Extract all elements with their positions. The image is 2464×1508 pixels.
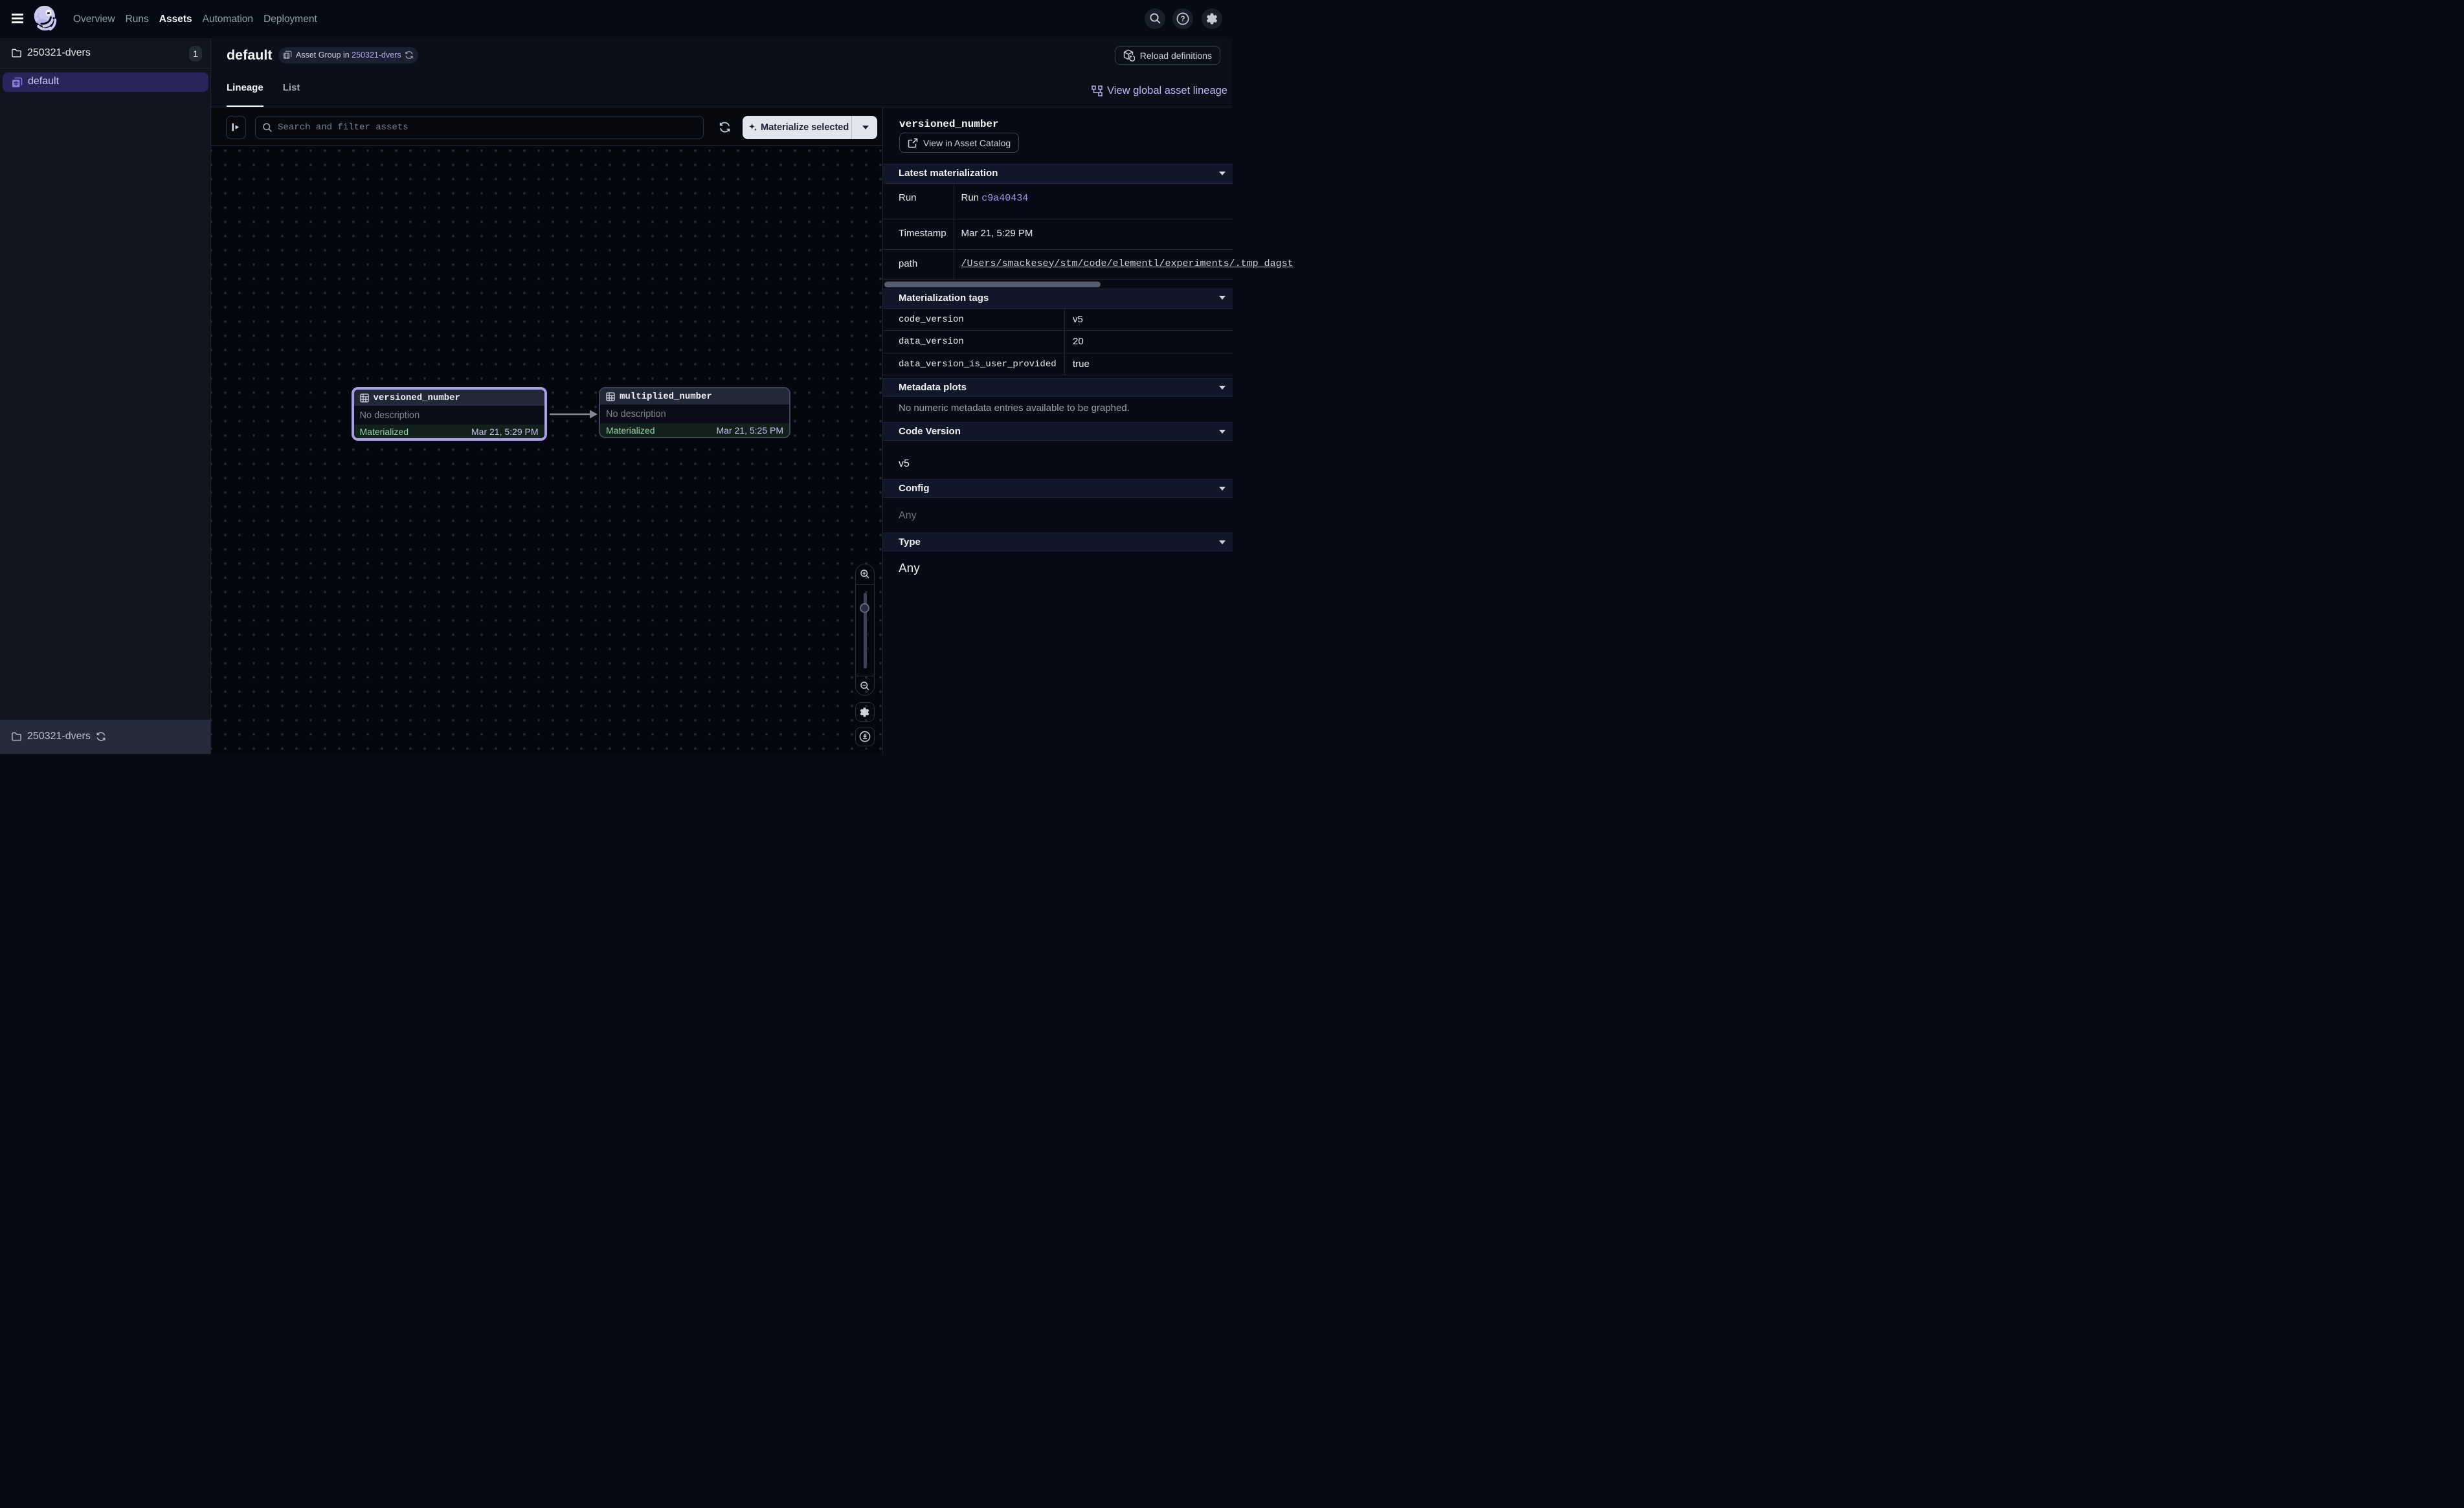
svg-text:?: ?	[1180, 16, 1185, 23]
